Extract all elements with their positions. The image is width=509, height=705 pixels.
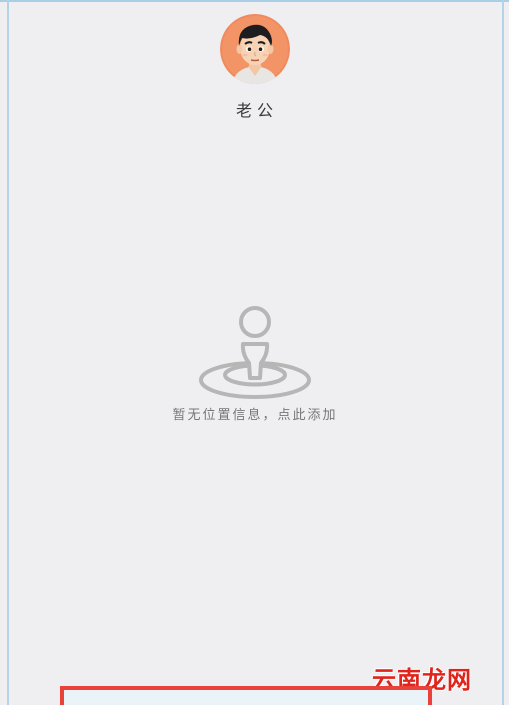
profile-name: 老公	[235, 101, 278, 120]
add-location-prompt[interactable]: 暂无位置信息，点此添加	[150, 300, 360, 423]
app-screen: 老公 暂无位置信息，点此添加 云南龙网	[0, 0, 509, 705]
empty-location-message: 暂无位置信息，点此添加	[172, 408, 338, 423]
avatar[interactable]	[219, 14, 290, 84]
watermark-char: 网	[447, 665, 472, 694]
profile-header: 老公	[0, 14, 509, 121]
bottom-action-highlight[interactable]	[60, 686, 432, 705]
location-pin-icon	[199, 306, 311, 399]
top-divider	[0, 0, 509, 2]
